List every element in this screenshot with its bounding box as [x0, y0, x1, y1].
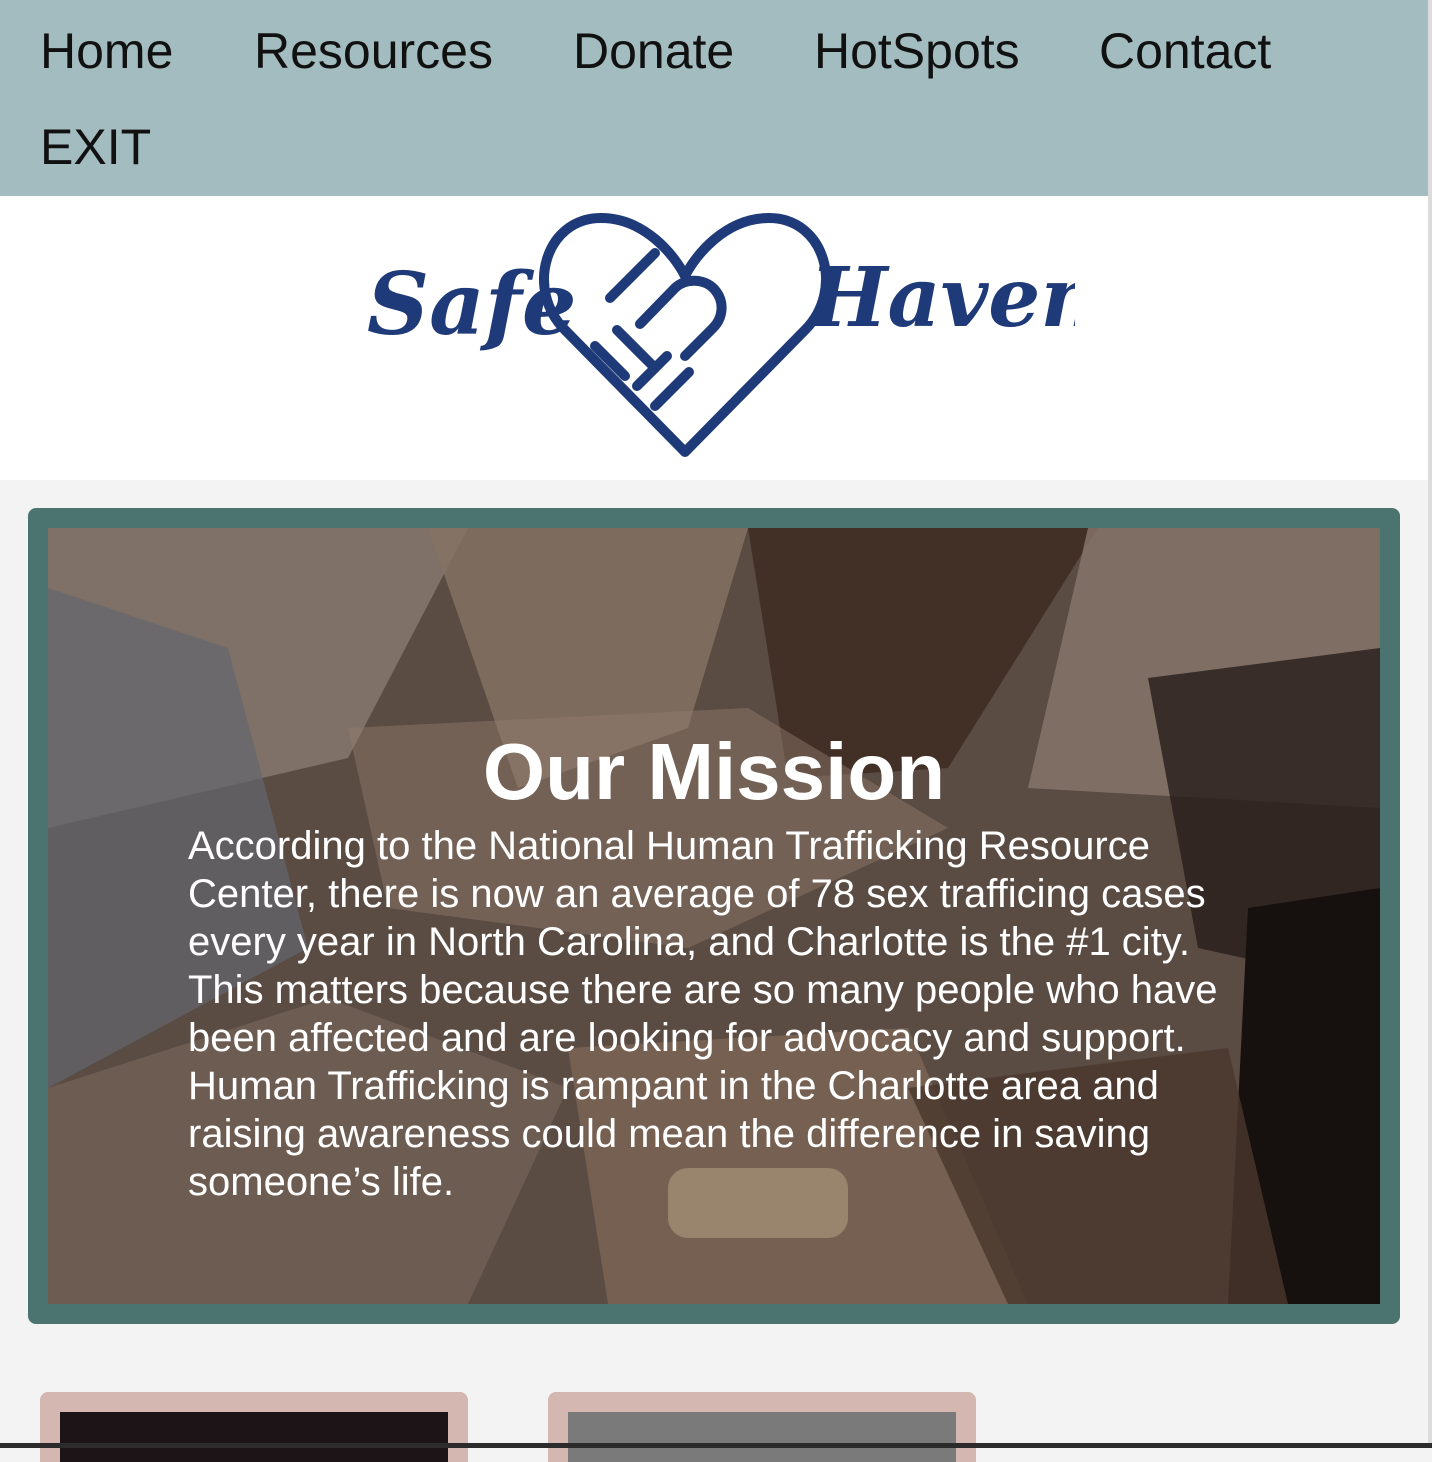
feature-card-2-image — [568, 1412, 956, 1462]
nav-hotspots-link[interactable]: HotSpots — [814, 26, 1020, 76]
top-navigation: Home Resources Donate HotSpots Contact E… — [0, 0, 1428, 196]
nav-contact-link[interactable]: Contact — [1099, 26, 1271, 76]
feature-card-1-image — [60, 1412, 448, 1462]
logo-text-haven: Haven — [808, 250, 1075, 346]
safe-haven-logo[interactable]: Safe Haven — [355, 206, 1075, 466]
logo-banner: Safe Haven — [0, 196, 1428, 480]
heart-handshake-icon — [539, 213, 831, 457]
nav-exit-link[interactable]: EXIT — [40, 122, 151, 172]
nav-donate-link[interactable]: Donate — [573, 26, 734, 76]
nav-resources-link[interactable]: Resources — [254, 26, 493, 76]
mission-body-text: According to the National Human Traffick… — [188, 824, 1218, 1204]
feature-card-2[interactable] — [548, 1392, 976, 1462]
window-edge — [1428, 0, 1432, 1448]
hands-together-photo: Our Mission According to the National Hu… — [48, 528, 1380, 1304]
nav-home-link[interactable]: Home — [40, 26, 173, 76]
mission-card: Our Mission According to the National Hu… — [28, 508, 1400, 1324]
feature-card-1[interactable] — [40, 1392, 468, 1462]
window-bottom-edge — [0, 1443, 1432, 1448]
mission-title: Our Mission — [482, 726, 946, 816]
